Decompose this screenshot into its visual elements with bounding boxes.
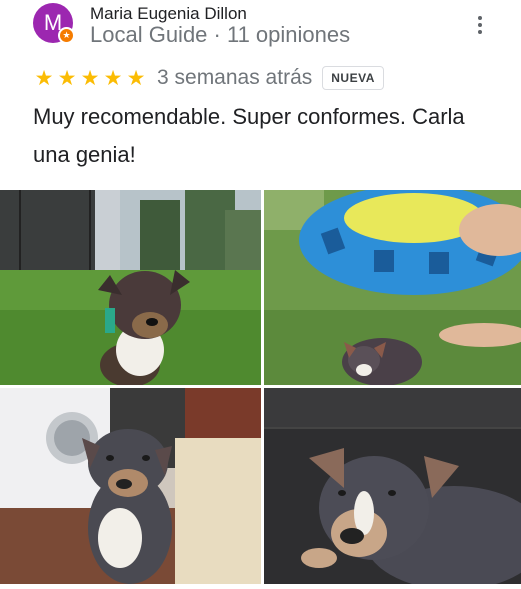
new-badge: NUEVA xyxy=(322,66,384,90)
more-vert-icon[interactable] xyxy=(468,10,492,40)
rating-row: ★ ★ ★ ★ ★ 3 semanas atrás NUEVA xyxy=(33,64,384,92)
star-icon: ★ xyxy=(126,66,146,90)
author-name[interactable]: Maria Eugenia Dillon xyxy=(90,4,247,24)
star-icon: ★ xyxy=(103,66,123,90)
star-rating: ★ ★ ★ ★ ★ xyxy=(33,66,147,91)
star-icon: ★ xyxy=(34,66,54,90)
star-icon: ★ xyxy=(57,66,77,90)
review-photo[interactable] xyxy=(0,388,261,584)
review-header: M ★ Maria Eugenia Dillon Local Guide · 1… xyxy=(0,0,521,56)
local-guide-badge-icon: ★ xyxy=(58,27,75,44)
author-meta: Local Guide · 11 opiniones xyxy=(90,22,351,47)
review-text: Muy recomendable. Super conformes. Carla… xyxy=(33,104,465,167)
review-photo[interactable] xyxy=(264,388,521,584)
star-icon: ★ xyxy=(80,66,100,90)
photo-grid xyxy=(0,190,521,584)
review-photo[interactable] xyxy=(264,190,521,385)
review-photo[interactable] xyxy=(0,190,261,385)
review-date: 3 semanas atrás xyxy=(157,66,313,89)
